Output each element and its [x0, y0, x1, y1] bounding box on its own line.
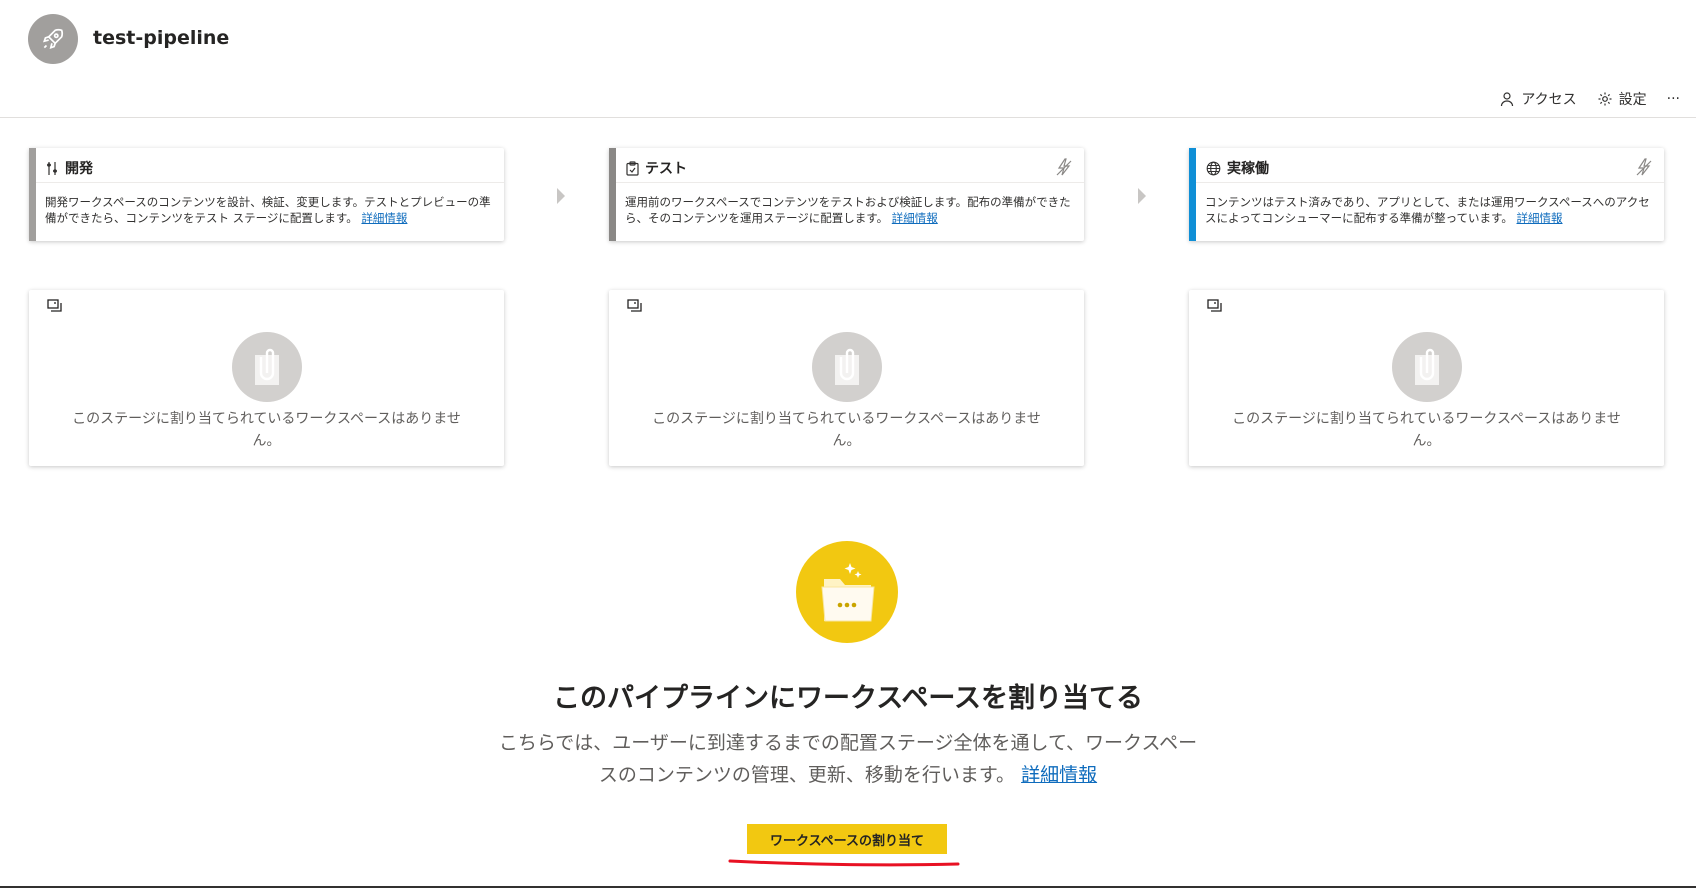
assign-workspace-heading: このパイプラインにワークスペースを割り当てる	[553, 683, 1143, 714]
stage-accent-bar	[1189, 148, 1196, 241]
pipeline-title: test-pipeline	[93, 27, 230, 49]
divider	[1196, 182, 1664, 183]
stage-card-test: テスト 運用前のワークスペースでコンテンツをテストおよび検証します。配布の準備が…	[609, 148, 1084, 241]
paperclip-placeholder-icon	[812, 332, 882, 402]
empty-workspace-message: このステージに割り当てられているワークスペースはありません。	[72, 411, 461, 449]
access-label: アクセス	[1521, 92, 1577, 108]
stage-arrow-icon	[557, 188, 565, 204]
access-button[interactable]: アクセス	[1491, 87, 1584, 111]
stage-description: 運用前のワークスペースでコンテンツをテストおよび検証します。配布の準備ができたら…	[625, 194, 1072, 226]
stage-header: テスト	[626, 157, 1074, 179]
stage-description-text: 開発ワークスペースのコンテンツを設計、検証、変更します。テストとプレビューの準備…	[45, 195, 491, 225]
lightning-icon[interactable]	[1636, 158, 1652, 176]
stage-description: 開発ワークスペースのコンテンツを設計、検証、変更します。テストとプレビューの準備…	[45, 194, 492, 226]
red-annotation-underline	[728, 859, 960, 867]
workspace-card-test: このステージに割り当てられているワークスペースはありません。	[609, 290, 1084, 466]
paperclip-placeholder-icon	[1392, 332, 1462, 402]
workspace-icon	[627, 299, 642, 312]
learn-more-link[interactable]: 詳細情報	[1021, 764, 1097, 786]
stage-card-production: 実稼働 コンテンツはテスト済みであり、アプリとして、または運用ワークスペースへの…	[1189, 148, 1664, 241]
assign-workspace-description: こちらでは、ユーザーに到達するまでの配置ステージ全体を通して、ワークスペースのコ…	[490, 727, 1206, 791]
empty-workspace-message: このステージに割り当てられているワークスペースはありません。	[652, 411, 1041, 449]
stage-name: 開発	[65, 161, 93, 177]
settings-button[interactable]: 設定	[1589, 87, 1655, 111]
folder-sparkle-icon	[796, 541, 898, 643]
assign-workspace-button[interactable]: ワークスペースの割り当て	[747, 824, 947, 854]
gear-icon	[1598, 92, 1612, 106]
stage-description-text: コンテンツはテスト済みであり、アプリとして、または運用ワークスペースへのアクセス…	[1205, 195, 1650, 225]
person-icon	[1501, 92, 1514, 107]
stage-accent-bar	[609, 148, 616, 241]
stage-name: 実稼働	[1227, 161, 1269, 177]
paperclip-placeholder-icon	[232, 332, 302, 402]
settings-label: 設定	[1618, 92, 1647, 108]
pipeline-header: test-pipeline アクセス 設定 ···	[0, 0, 1696, 118]
lightning-icon[interactable]	[1056, 158, 1072, 176]
stage-description: コンテンツはテスト済みであり、アプリとして、または運用ワークスペースへのアクセス…	[1205, 194, 1652, 226]
stage-card-development: 開発 開発ワークスペースのコンテンツを設計、検証、変更します。テストとプレビュー…	[29, 148, 504, 241]
workspace-card-production: このステージに割り当てられているワークスペースはありません。	[1189, 290, 1664, 466]
stage-header: 実稼働	[1206, 157, 1654, 179]
header-toolbar: アクセス 設定 ···	[1491, 87, 1688, 111]
workspace-card-development: このステージに割り当てられているワークスペースはありません。	[29, 290, 504, 466]
stage-description-text: 運用前のワークスペースでコンテンツをテストおよび検証します。配布の準備ができたら…	[625, 195, 1071, 225]
stage-arrow-icon	[1138, 188, 1146, 204]
learn-more-link[interactable]: 詳細情報	[892, 211, 938, 225]
learn-more-link[interactable]: 詳細情報	[361, 211, 407, 225]
stage-header: 開発	[46, 157, 494, 179]
stage-name: テスト	[645, 161, 687, 177]
clipboard-check-icon	[626, 160, 639, 176]
more-icon: ···	[1666, 91, 1680, 107]
more-options-button[interactable]: ···	[1659, 89, 1688, 109]
divider	[616, 182, 1084, 183]
learn-more-link[interactable]: 詳細情報	[1517, 211, 1563, 225]
globe-icon	[1206, 161, 1221, 175]
empty-workspace-message: このステージに割り当てられているワークスペースはありません。	[1232, 411, 1621, 449]
workspace-icon	[1207, 299, 1222, 312]
development-tools-icon	[47, 161, 57, 175]
divider	[36, 182, 504, 183]
rocket-icon	[28, 14, 78, 64]
workspace-icon	[47, 299, 62, 312]
stage-accent-bar	[29, 148, 36, 241]
